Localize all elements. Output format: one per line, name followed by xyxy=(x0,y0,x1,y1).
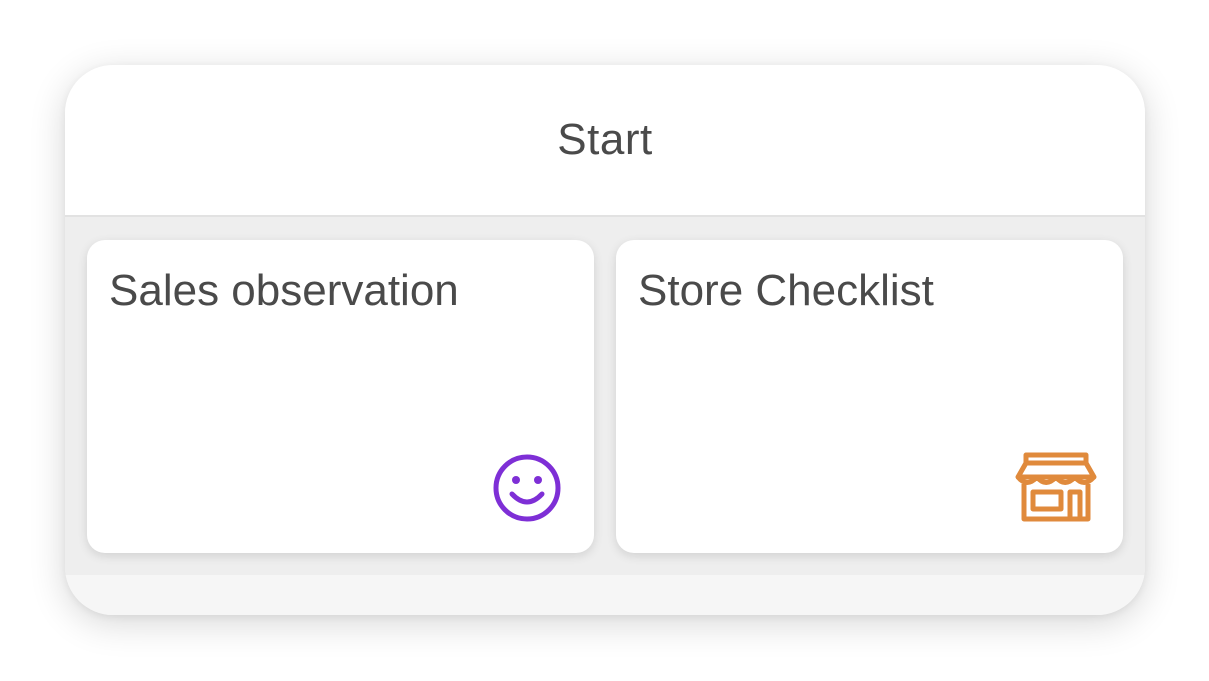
smiley-icon xyxy=(491,452,563,524)
store-checklist-card[interactable]: Store Checklist xyxy=(616,240,1123,553)
card-title: Sales observation xyxy=(109,266,459,315)
store-icon xyxy=(1014,452,1098,524)
card-grid: Sales observation Store Checklist xyxy=(65,217,1145,575)
start-panel: Start Sales observation Store Checklist xyxy=(65,65,1145,615)
header: Start xyxy=(65,65,1145,217)
card-title: Store Checklist xyxy=(638,266,934,315)
page-title: Start xyxy=(557,115,653,164)
footer-strip xyxy=(65,575,1145,615)
sales-observation-card[interactable]: Sales observation xyxy=(87,240,594,553)
